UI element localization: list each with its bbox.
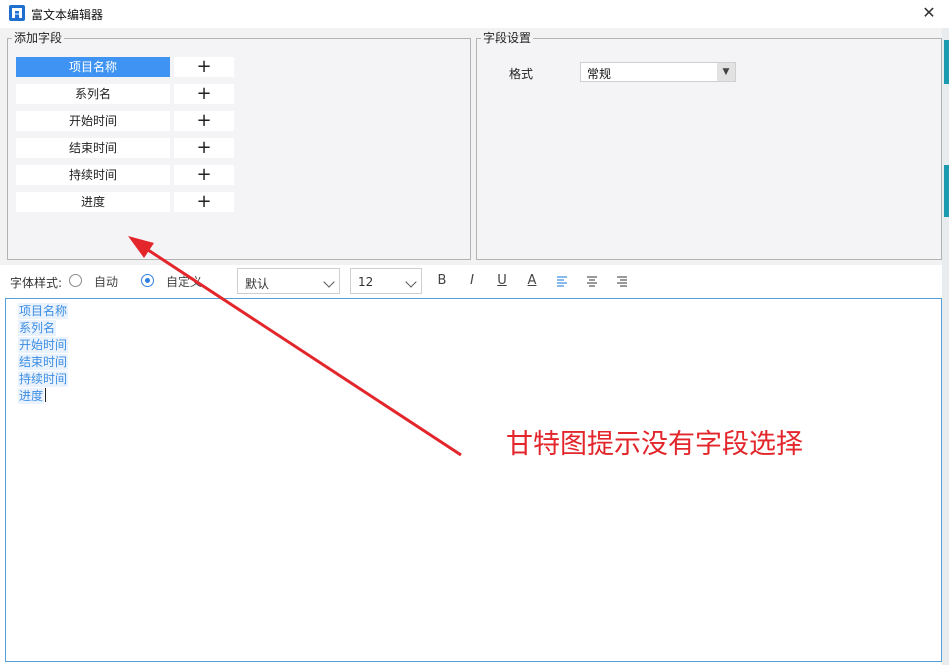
font-family-select[interactable]: 默认: [237, 268, 340, 294]
text-caret: [45, 388, 47, 402]
editor-field-tag[interactable]: 系列名: [18, 320, 57, 336]
title-bar: 富文本编辑器 ✕: [0, 0, 949, 28]
add-fields-group: 添加字段 项目名称 + 系列名 + 开始时间 + 结束时间 + 持续时间 + 进…: [7, 32, 471, 260]
chevron-down-icon: [323, 276, 335, 288]
align-center-icon[interactable]: [583, 272, 601, 290]
add-field-button[interactable]: +: [174, 165, 234, 185]
font-family-value: 默认: [245, 277, 270, 291]
format-select-value: 常规: [587, 67, 612, 81]
editor-field-tag[interactable]: 项目名称: [18, 303, 69, 319]
align-left-icon[interactable]: [553, 272, 571, 290]
add-field-button[interactable]: +: [174, 84, 234, 104]
radio-custom[interactable]: [141, 274, 154, 287]
app-logo-icon: [9, 5, 25, 21]
add-fields-legend: 添加字段: [14, 31, 63, 45]
field-item-duration[interactable]: 持续时间: [16, 165, 170, 185]
editor-field-tag[interactable]: 持续时间: [18, 371, 69, 387]
close-icon[interactable]: ✕: [922, 3, 935, 22]
chevron-down-icon: [405, 276, 417, 288]
font-size-value: 12: [358, 275, 374, 289]
add-field-button[interactable]: +: [174, 192, 234, 212]
chevron-down-icon[interactable]: ▼: [717, 63, 735, 81]
editor-field-tag[interactable]: 结束时间: [18, 354, 69, 370]
field-settings-group: 字段设置 格式 常规 ▼: [476, 32, 942, 260]
font-color-button[interactable]: A: [523, 272, 541, 290]
add-field-button[interactable]: +: [174, 111, 234, 131]
close-button[interactable]: ✕: [918, 3, 940, 25]
background-window-mark: [944, 165, 949, 217]
background-window-mark: [944, 40, 949, 84]
font-size-select[interactable]: 12: [350, 268, 422, 294]
add-field-button[interactable]: +: [174, 57, 234, 77]
field-item-start-time[interactable]: 开始时间: [16, 111, 170, 131]
editor-content[interactable]: 项目名称 系列名 开始时间 结束时间 持续时间 进度: [18, 303, 69, 404]
editor-last-line: 进度: [18, 388, 68, 404]
field-item-end-time[interactable]: 结束时间: [16, 138, 170, 158]
field-item-series-name[interactable]: 系列名: [16, 84, 170, 104]
editor-field-tag[interactable]: 开始时间: [18, 337, 69, 353]
format-label: 格式: [509, 67, 534, 81]
field-item-progress[interactable]: 进度: [16, 192, 170, 212]
font-style-label: 字体样式:: [10, 276, 63, 290]
bold-button[interactable]: B: [433, 272, 451, 290]
format-select[interactable]: 常规 ▼: [580, 62, 736, 82]
radio-custom-label[interactable]: 自定义: [166, 273, 202, 290]
background-window-strip: [942, 28, 949, 665]
italic-button[interactable]: I: [463, 272, 481, 290]
field-item-project-name[interactable]: 项目名称: [16, 57, 170, 77]
field-settings-legend: 字段设置: [483, 31, 532, 45]
add-field-button[interactable]: +: [174, 138, 234, 158]
underline-button[interactable]: U: [493, 272, 511, 290]
font-toolbar: 字体样式: 自动 自定义 默认 12 B I U A: [0, 265, 949, 297]
rich-text-editor[interactable]: 项目名称 系列名 开始时间 结束时间 持续时间 进度: [5, 298, 942, 662]
annotation-text: 甘特图提示没有字段选择: [506, 429, 803, 460]
radio-auto-label[interactable]: 自动: [94, 273, 118, 290]
editor-field-tag[interactable]: 进度: [18, 388, 45, 404]
radio-auto[interactable]: [69, 274, 82, 287]
align-right-icon[interactable]: [613, 272, 631, 290]
window-title: 富文本编辑器: [31, 8, 104, 22]
